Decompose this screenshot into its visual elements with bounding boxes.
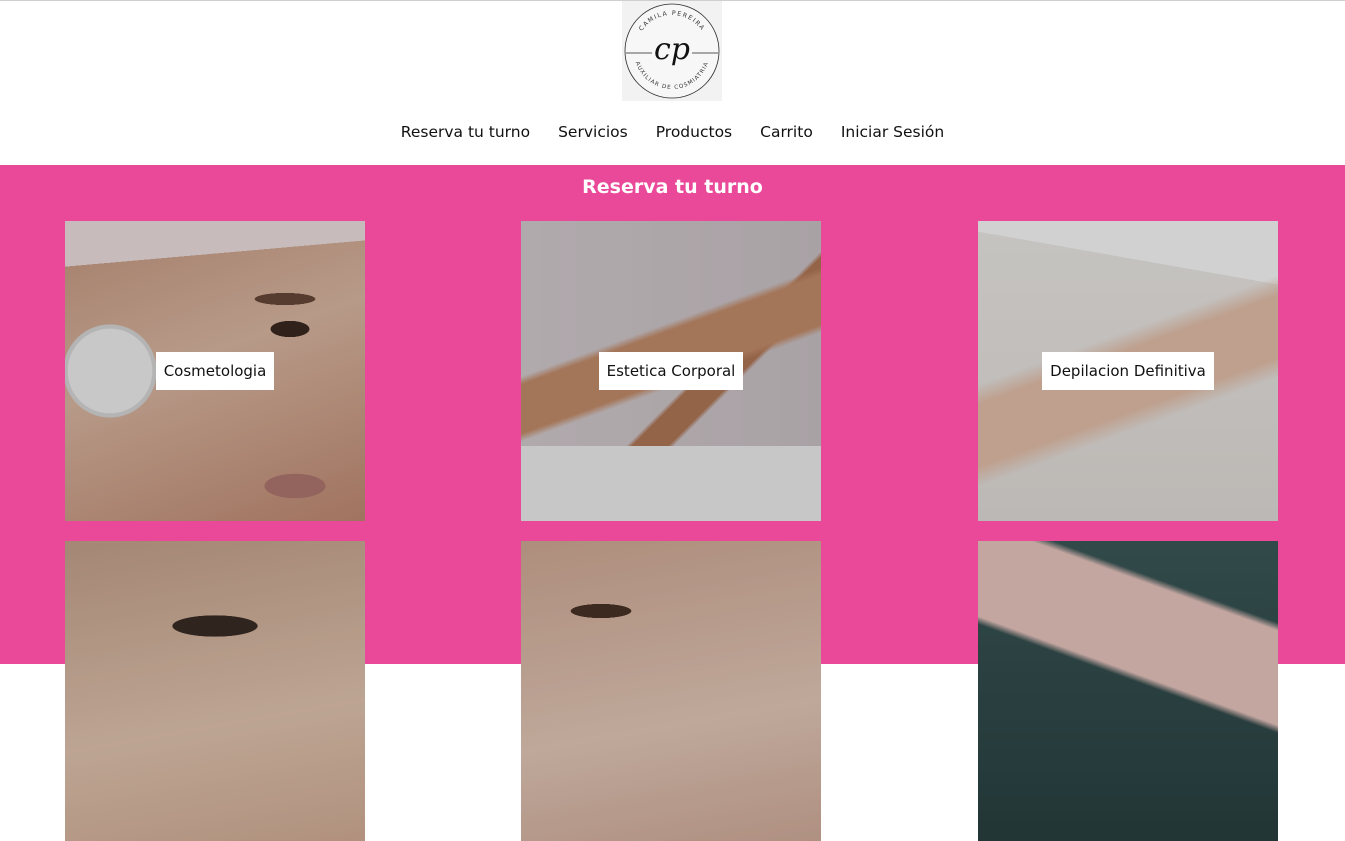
service-card-cejas[interactable] [521, 541, 821, 841]
nav-item-login[interactable]: Iniciar Sesión [841, 123, 944, 141]
logo-seal-icon: CAMILA PEREIRA AUXILIAR DE COSMIATRIA cp [624, 3, 720, 99]
card-label: Cosmetologia [155, 352, 275, 390]
nav-item-carrito[interactable]: Carrito [760, 123, 813, 141]
nav-item-productos[interactable]: Productos [656, 123, 732, 141]
service-card-cosmetologia[interactable]: Cosmetologia [65, 221, 365, 521]
card-label: Depilacion Definitiva [1042, 352, 1214, 390]
nav-item-reserva[interactable]: Reserva tu turno [401, 123, 530, 141]
booking-section: Reserva tu turno Cosmetologia Estetica C… [0, 165, 1345, 841]
card-overlay [521, 541, 821, 841]
section-title: Reserva tu turno [582, 176, 763, 198]
card-label: Estetica Corporal [598, 352, 744, 390]
brand-logo[interactable]: CAMILA PEREIRA AUXILIAR DE COSMIATRIA cp [622, 1, 722, 101]
service-card-tratamiento[interactable] [978, 541, 1278, 841]
card-overlay [65, 541, 365, 841]
svg-text:cp: cp [654, 32, 690, 67]
main-nav: Reserva tu turno Servicios Productos Car… [0, 123, 1345, 141]
service-card-estetica-corporal[interactable]: Estetica Corporal [521, 221, 821, 521]
nav-item-servicios[interactable]: Servicios [558, 123, 628, 141]
card-overlay [978, 541, 1278, 841]
site-header: CAMILA PEREIRA AUXILIAR DE COSMIATRIA cp… [0, 1, 1345, 165]
service-card-pestanas[interactable] [65, 541, 365, 841]
service-card-depilacion[interactable]: Depilacion Definitiva [978, 221, 1278, 521]
